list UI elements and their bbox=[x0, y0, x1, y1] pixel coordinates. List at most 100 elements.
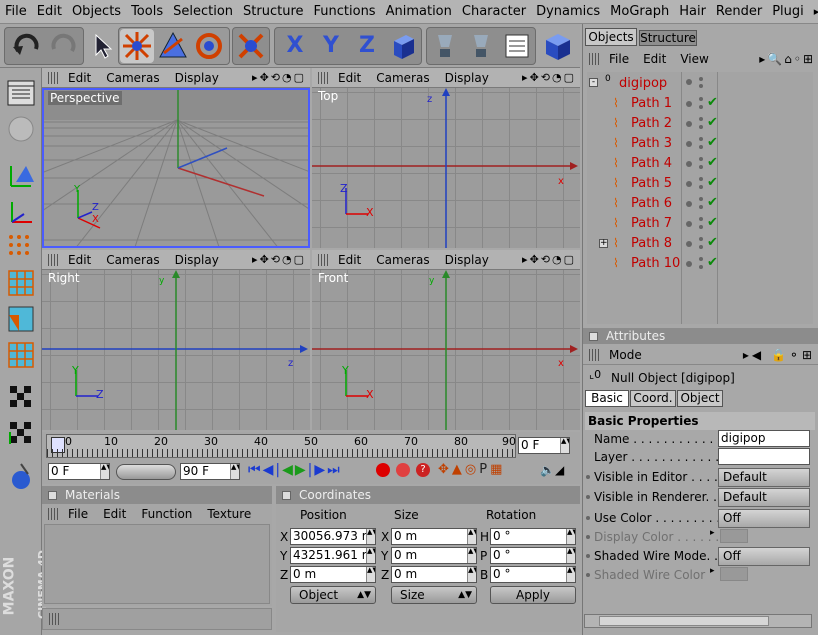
animate-dot-icon[interactable] bbox=[586, 554, 590, 558]
attributes-scrollbar[interactable] bbox=[584, 614, 812, 628]
editor-visibility-dot[interactable] bbox=[686, 241, 692, 247]
menu-structure[interactable]: Structure bbox=[238, 4, 308, 19]
object-name[interactable]: Path 10 bbox=[631, 256, 680, 271]
enabled-check-icon[interactable]: ✔ bbox=[707, 115, 718, 130]
animation-mode-icon[interactable] bbox=[6, 460, 36, 490]
live-selection-icon[interactable] bbox=[234, 29, 268, 63]
animate-dot-icon[interactable] bbox=[586, 535, 590, 539]
om-toolbar-icons[interactable]: ▸🔍⌂◦⊞ bbox=[759, 52, 815, 66]
color-swatch[interactable] bbox=[720, 529, 748, 543]
editor-visibility-dot[interactable] bbox=[686, 79, 692, 85]
size-y-field[interactable]: 0 m▲▼ bbox=[391, 547, 477, 564]
render-visibility-dot[interactable] bbox=[699, 117, 703, 121]
render-visibility-dot[interactable] bbox=[699, 97, 703, 101]
scrollbar-thumb[interactable] bbox=[599, 616, 769, 626]
object-row[interactable]: ⌇ Path 3 ✔ bbox=[587, 134, 816, 154]
grip-icon[interactable] bbox=[49, 613, 61, 625]
om-menu-edit[interactable]: Edit bbox=[643, 52, 666, 66]
menu-overflow-icon[interactable]: ▸ ⊠ bbox=[809, 5, 818, 18]
object-name[interactable]: Path 7 bbox=[631, 216, 672, 231]
object-row[interactable]: + ⌇ Path 8 ✔ bbox=[587, 234, 816, 254]
menu-character[interactable]: Character bbox=[457, 4, 531, 19]
render-settings-icon[interactable] bbox=[500, 29, 534, 63]
vp-menu-cameras[interactable]: Cameras bbox=[376, 71, 429, 85]
menu-hair[interactable]: Hair bbox=[674, 4, 711, 19]
menu-dynamics[interactable]: Dynamics bbox=[531, 4, 605, 19]
editor-visibility-dot[interactable] bbox=[686, 201, 692, 207]
menu-animation[interactable]: Animation bbox=[381, 4, 457, 19]
vp-menu-edit[interactable]: Edit bbox=[338, 71, 361, 85]
vp-menu-display[interactable]: Display bbox=[445, 253, 489, 267]
vp-menu-cameras[interactable]: Cameras bbox=[106, 253, 159, 267]
animate-dot-icon[interactable] bbox=[586, 495, 590, 499]
position-y-field[interactable]: 43251.961 m▲▼ bbox=[290, 547, 376, 564]
enabled-check-icon[interactable]: ✔ bbox=[707, 135, 718, 150]
tab-coord[interactable]: Coord. bbox=[630, 390, 676, 407]
property-dropdown[interactable]: Default bbox=[718, 488, 810, 507]
mat-menu-file[interactable]: File bbox=[68, 507, 88, 521]
object-name[interactable]: Path 6 bbox=[631, 196, 672, 211]
viewport-front[interactable]: Front y x Y X bbox=[312, 270, 580, 430]
cube-primitive-icon[interactable] bbox=[540, 29, 574, 63]
polygons-mode-icon[interactable] bbox=[6, 304, 36, 334]
editor-visibility-dot[interactable] bbox=[686, 101, 692, 107]
grip-icon[interactable] bbox=[589, 53, 601, 65]
world-coordinates-icon[interactable] bbox=[386, 29, 420, 63]
start-frame-field[interactable]: 0 F▲▼ bbox=[48, 463, 110, 480]
x-axis-lock-icon[interactable]: X bbox=[278, 29, 312, 63]
editor-visibility-dot[interactable] bbox=[686, 221, 692, 227]
object-name[interactable]: Path 2 bbox=[631, 116, 672, 131]
rotation-b-field[interactable]: 0 °▲▼ bbox=[490, 566, 576, 583]
undo-icon[interactable] bbox=[10, 29, 44, 63]
axis-tool-icon[interactable] bbox=[6, 196, 36, 226]
menu-edit[interactable]: Edit bbox=[32, 4, 67, 19]
viewport-perspective[interactable]: Perspective Y Z X bbox=[42, 88, 310, 248]
menu-selection[interactable]: Selection bbox=[168, 4, 238, 19]
mat-menu-edit[interactable]: Edit bbox=[103, 507, 126, 521]
render-visibility-dot[interactable] bbox=[699, 77, 703, 81]
render-visibility-dot[interactable] bbox=[699, 105, 703, 109]
vp-menu-edit[interactable]: Edit bbox=[68, 253, 91, 267]
vp-menu-display[interactable]: Display bbox=[445, 71, 489, 85]
viewport-nav-icons[interactable]: ▸✥⟲◔▢ bbox=[252, 253, 306, 266]
viewport-nav-icons[interactable]: ▸✥⟲◔▢ bbox=[522, 253, 576, 266]
om-menu-file[interactable]: File bbox=[609, 52, 629, 66]
object-row[interactable]: ⌇ Path 10 ✔ bbox=[587, 254, 816, 274]
scale-tool-icon[interactable] bbox=[156, 29, 190, 63]
menu-mograph[interactable]: MoGraph bbox=[605, 4, 674, 19]
render-visibility-dot[interactable] bbox=[699, 125, 703, 129]
size-mode-select[interactable]: Size ▲▼ bbox=[391, 586, 477, 604]
position-z-field[interactable]: 0 m▲▼ bbox=[290, 566, 376, 583]
tab-structure[interactable]: Structure bbox=[639, 30, 697, 46]
object-row[interactable]: ⌇ Path 1 ✔ bbox=[587, 94, 816, 114]
render-visibility-dot[interactable] bbox=[699, 265, 703, 269]
render-visibility-dot[interactable] bbox=[699, 84, 703, 88]
enabled-check-icon[interactable]: ✔ bbox=[707, 195, 718, 210]
render-visibility-dot[interactable] bbox=[699, 205, 703, 209]
property-dropdown[interactable]: Off bbox=[718, 547, 810, 566]
rotation-h-field[interactable]: 0 °▲▼ bbox=[490, 528, 576, 545]
render-picture-viewer-icon[interactable] bbox=[464, 29, 498, 63]
viewport-right[interactable]: Right y z Y Z bbox=[42, 270, 310, 430]
end-frame-field[interactable]: 90 F▲▼ bbox=[180, 463, 240, 480]
property-dropdown[interactable]: Off bbox=[718, 509, 810, 528]
enabled-check-icon[interactable]: ✔ bbox=[707, 175, 718, 190]
menu-functions[interactable]: Functions bbox=[309, 4, 381, 19]
position-x-field[interactable]: 30056.973 m▲▼ bbox=[290, 528, 376, 545]
grip-icon[interactable] bbox=[48, 508, 60, 520]
render-visibility-dot[interactable] bbox=[699, 225, 703, 229]
object-name[interactable]: Path 1 bbox=[631, 96, 672, 111]
animate-dot-icon[interactable] bbox=[586, 516, 590, 520]
size-z-field[interactable]: 0 m▲▼ bbox=[391, 566, 477, 583]
expand-arrow-icon[interactable]: ▸ bbox=[710, 528, 715, 538]
grip-icon[interactable] bbox=[589, 348, 601, 361]
materials-area[interactable] bbox=[44, 524, 270, 604]
vp-menu-cameras[interactable]: Cameras bbox=[106, 71, 159, 85]
object-name[interactable]: Path 5 bbox=[631, 176, 672, 191]
expand-arrow-icon[interactable]: ▸ bbox=[710, 566, 715, 576]
current-frame-field[interactable]: 0 F▲▼ bbox=[518, 437, 570, 454]
collapse-icon[interactable]: - bbox=[589, 78, 598, 87]
object-name[interactable]: Path 3 bbox=[631, 136, 672, 151]
object-row[interactable]: ⌇ Path 7 ✔ bbox=[587, 214, 816, 234]
enabled-check-icon[interactable]: ✔ bbox=[707, 255, 718, 270]
